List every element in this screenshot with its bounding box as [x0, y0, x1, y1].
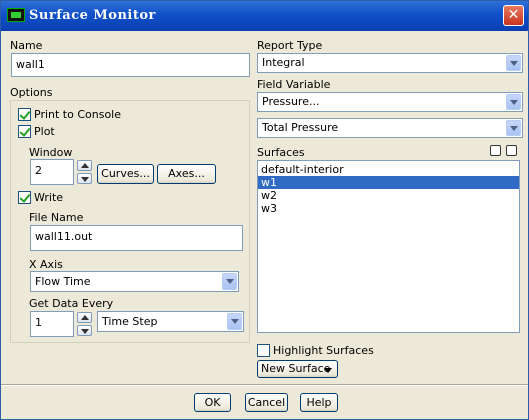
field-variable-value: Total Pressure: [262, 121, 339, 134]
window-increment-button[interactable]: [77, 160, 92, 171]
new-surface-button[interactable]: New Surface: [257, 360, 338, 378]
write-checkbox[interactable]: [18, 191, 31, 204]
highlight-surfaces-checkbox[interactable]: [257, 344, 270, 357]
surfaces-list[interactable]: default-interior w1 w2 w3: [257, 160, 520, 333]
write-label: Write: [34, 191, 64, 204]
chevron-down-icon: [227, 313, 242, 330]
surface-item-default-interior[interactable]: default-interior: [258, 163, 519, 176]
name-label: Name: [10, 39, 43, 52]
get-data-unit-select[interactable]: Time Step: [97, 311, 244, 332]
get-data-every-label: Get Data Every: [29, 297, 114, 310]
surfaces-label: Surfaces: [257, 146, 305, 159]
title-bar[interactable]: Surface Monitor ✕: [1, 1, 528, 31]
app-icon: [7, 8, 25, 22]
get-data-every-input[interactable]: 1: [30, 311, 74, 337]
plot-label: Plot: [34, 125, 55, 138]
caret-down-icon: [324, 368, 332, 373]
field-variable-category-select[interactable]: Pressure...: [257, 92, 523, 112]
x-axis-value: Flow Time: [35, 275, 91, 288]
field-variable-category-value: Pressure...: [262, 95, 320, 108]
report-type-select[interactable]: Integral: [257, 53, 523, 73]
field-variable-select[interactable]: Total Pressure: [257, 118, 523, 138]
curves-button[interactable]: Curves...: [97, 164, 154, 184]
surface-item-w3[interactable]: w3: [258, 202, 519, 215]
close-button[interactable]: ✕: [503, 5, 524, 26]
report-type-value: Integral: [262, 56, 305, 69]
new-surface-label: New Surface: [261, 362, 331, 375]
help-button[interactable]: Help: [300, 393, 338, 412]
print-to-console-label: Print to Console: [34, 108, 122, 121]
get-data-unit-value: Time Step: [102, 315, 158, 328]
field-variable-label: Field Variable: [257, 78, 331, 91]
report-type-label: Report Type: [257, 39, 323, 52]
file-name-label: File Name: [29, 211, 84, 224]
file-name-input[interactable]: wall11.out: [30, 225, 243, 251]
x-axis-label: X Axis: [29, 258, 63, 271]
select-all-icon[interactable]: [490, 145, 501, 156]
name-input[interactable]: wall1: [11, 53, 250, 77]
cancel-button[interactable]: Cancel: [245, 393, 288, 412]
x-axis-select[interactable]: Flow Time: [30, 271, 239, 292]
get-data-increment-button[interactable]: [77, 312, 92, 323]
window-decrement-button[interactable]: [77, 173, 92, 184]
deselect-all-icon[interactable]: [506, 145, 517, 156]
plot-checkbox[interactable]: [18, 125, 31, 138]
options-label: Options: [10, 86, 53, 99]
surface-item-w2[interactable]: w2: [258, 189, 519, 202]
window-number-input[interactable]: 2: [30, 159, 74, 185]
window-title: Surface Monitor: [29, 8, 156, 23]
axes-button[interactable]: Axes...: [157, 164, 216, 184]
surface-monitor-dialog: Surface Monitor ✕ Name wall1 Options Pri…: [0, 0, 529, 420]
highlight-surfaces-label: Highlight Surfaces: [273, 344, 374, 357]
window-label: Window: [29, 146, 73, 159]
footer-divider: [1, 384, 528, 386]
print-to-console-checkbox[interactable]: [18, 108, 31, 121]
surface-item-w1[interactable]: w1: [258, 176, 519, 189]
get-data-decrement-button[interactable]: [77, 325, 92, 336]
chevron-down-icon: [506, 94, 521, 110]
chevron-down-icon: [506, 55, 521, 71]
ok-button[interactable]: OK: [194, 393, 231, 412]
chevron-down-icon: [222, 273, 237, 290]
chevron-down-icon: [506, 120, 521, 136]
